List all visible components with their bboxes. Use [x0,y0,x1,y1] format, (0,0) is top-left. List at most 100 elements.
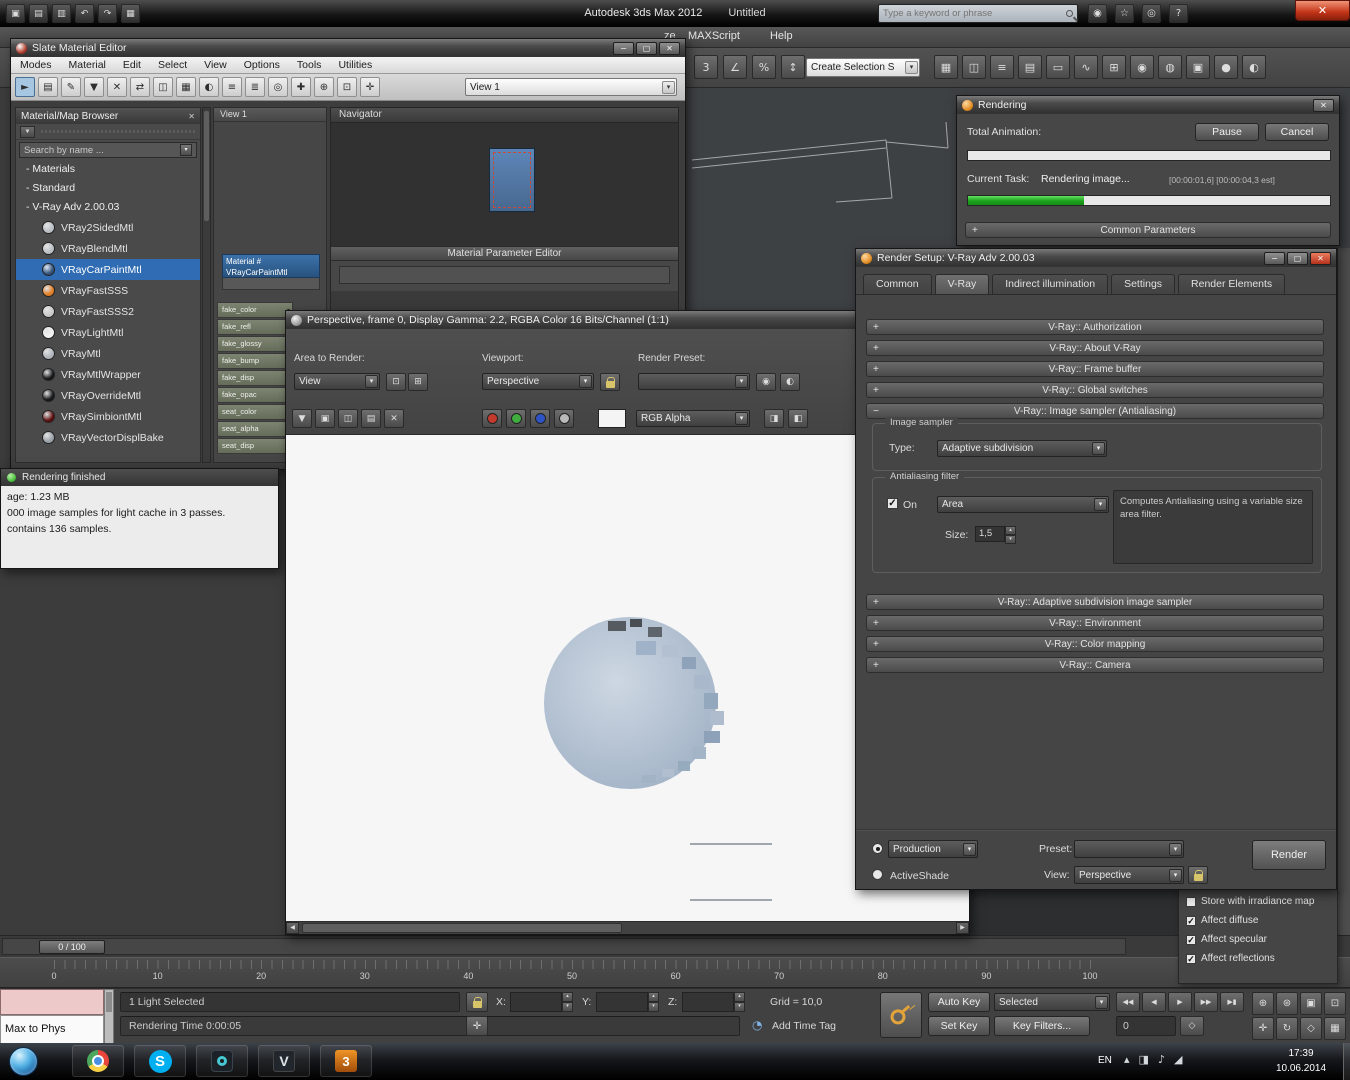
assign-to-selection-icon[interactable]: ✚ [291,77,311,97]
render-setup-shortcut-icon[interactable]: ◉ [756,373,776,391]
render-preset-dropdown[interactable]: ▾ [638,373,750,390]
material-editor-icon[interactable]: ◉ [1130,55,1154,79]
taskbar-clock[interactable]: 17:39 10.06.2014 [1262,1046,1340,1076]
slate-menu-modes[interactable]: Modes [20,59,52,71]
messages-header[interactable]: Rendering finished [1,469,278,486]
time-slider-track[interactable]: 0 / 100 [2,938,1126,955]
checkbox-row[interactable]: ✓Affect reflections [1179,949,1337,968]
material-item[interactable]: VRayOverrideMtl [16,385,200,406]
material-item[interactable]: VRayBlendMtl [16,238,200,259]
tray-display-icon[interactable]: ◨ [1139,1053,1149,1066]
material-item[interactable]: VRaySimbiontMtl [16,406,200,427]
slate-menu-material[interactable]: Material [69,59,106,71]
view-tab[interactable]: View 1 [214,108,326,122]
preset-dropdown[interactable]: ▾ [1074,840,1184,858]
navigator-view-rect[interactable] [489,148,535,212]
absolute-mode-icon[interactable]: ✛ [466,1016,488,1036]
zoom-extents-icon[interactable]: ▣ [1300,992,1322,1015]
area-to-render-dropdown[interactable]: View▾ [294,373,380,390]
checkbox-row[interactable]: ✓Affect specular [1179,930,1337,949]
horizontal-scrollbar[interactable]: ◀ ▶ [286,921,969,934]
render-production-icon[interactable]: ● [1214,55,1238,79]
y-coordinate-field[interactable]: ▴▾ [596,992,659,1012]
schematic-view-icon[interactable]: ⊞ [1102,55,1126,79]
image-info-icon[interactable]: ◧ [788,409,808,428]
new-scene-icon[interactable]: ▣ [6,4,25,23]
key-mode-icon[interactable]: ◇ [1180,1016,1204,1036]
zoom-all-icon[interactable]: ⊛ [1276,992,1298,1015]
zoom-icon[interactable]: ⊕ [1252,992,1274,1015]
render-button[interactable]: Render [1252,840,1326,870]
viewport-dropdown[interactable]: Perspective▾ [482,373,594,390]
material-item[interactable]: VRayVectorDisplBake [16,427,200,448]
green-channel-button[interactable] [506,409,526,428]
background-color-swatch[interactable] [598,409,626,428]
go-to-start-button[interactable]: ◀◀ [1116,992,1140,1012]
render-iterative-icon[interactable]: ◐ [1242,55,1266,79]
maxscript-listener-line[interactable]: Max to Phys [0,1015,104,1044]
open-file-icon[interactable]: ▤ [29,4,48,23]
material-item[interactable]: VRayCarPaintMtl [16,259,200,280]
set-key-button[interactable]: Set Key [928,1016,990,1036]
show-shaded-icon[interactable]: ◐ [199,77,219,97]
material-item[interactable]: VRayLightMtl [16,322,200,343]
checkbox[interactable]: ✓ [1186,916,1196,926]
rollout-header[interactable]: +V-Ray:: Frame buffer [866,361,1324,377]
close-button[interactable]: ✕ [659,42,680,55]
zoom-tool-icon[interactable]: ⊕ [314,77,334,97]
x-coordinate-field[interactable]: ▴▾ [510,992,573,1012]
infocenter-search[interactable] [878,4,1078,23]
tray-network-icon[interactable]: ◢ [1174,1053,1182,1066]
parameter-field[interactable] [339,266,670,284]
set-key-toggle-button[interactable] [880,992,922,1038]
communication-center-icon[interactable]: ◎ [1142,4,1161,23]
sign-in-icon[interactable]: ◉ [1088,4,1107,23]
rendered-frame-icon[interactable]: ▣ [1186,55,1210,79]
undo-icon[interactable]: ↶ [75,4,94,23]
slate-menu-options[interactable]: Options [244,59,280,71]
viewport-lock-icon[interactable] [600,373,620,391]
slate-view-dropdown[interactable]: View 1▾ [465,78,677,96]
slate-menu-tools[interactable]: Tools [297,59,322,71]
rollout-header[interactable]: +V-Ray:: Camera [866,657,1324,673]
angle-snap-icon[interactable]: ∠ [723,55,747,79]
delete-icon[interactable]: ✕ [107,77,127,97]
field-of-view-icon[interactable]: ◇ [1300,1017,1322,1040]
checkbox-row[interactable]: Store with irradiance map [1179,892,1337,911]
pan-tool-icon[interactable]: ✛ [360,77,380,97]
clone-window-icon[interactable]: ◫ [338,409,358,428]
browser-menu-icon[interactable]: ▼ [20,126,35,138]
taskbar-max-button[interactable]: 3 [320,1045,372,1077]
material-item[interactable]: VRay2SidedMtl [16,217,200,238]
auto-region-icon[interactable]: ⊞ [408,373,428,391]
slate-menu-select[interactable]: Select [158,59,187,71]
browser-search-field[interactable]: Search by name ...▾ [19,142,197,158]
percent-snap-icon[interactable]: % [752,55,776,79]
minimize-button[interactable]: − [613,42,634,55]
view-dropdown[interactable]: Perspective▾ [1074,866,1184,884]
browser-group[interactable]: - Materials [16,160,200,179]
dual-view-icon[interactable]: ◨ [764,409,784,428]
slate-titlebar[interactable]: Slate Material Editor −▢✕ [11,39,685,57]
rollout-header[interactable]: +V-Ray:: Global switches [866,382,1324,398]
map-node[interactable]: seat_disp [217,438,293,454]
graphite-ribbon-icon[interactable]: ▭ [1046,55,1070,79]
help-icon[interactable]: ? [1169,4,1188,23]
redo-icon[interactable]: ↷ [98,4,117,23]
mirror-icon[interactable]: ◫ [962,55,986,79]
material-item[interactable]: VRayFastSSS [16,280,200,301]
checkbox-row[interactable]: ✓Affect diffuse [1179,911,1337,930]
material-id-channel-icon[interactable]: ◎ [268,77,288,97]
blue-channel-button[interactable] [530,409,550,428]
browser-group[interactable]: - V-Ray Adv 2.00.03 [16,198,200,217]
scroll-right-icon[interactable]: ▶ [956,922,969,934]
pause-button[interactable]: Pause [1195,123,1259,141]
layout-all-icon[interactable]: ≡ [222,77,242,97]
production-target-dropdown[interactable]: Production▾ [888,840,978,858]
selection-lock-icon[interactable] [466,992,488,1012]
map-node[interactable]: fake_refl [217,319,293,335]
channel-display-dropdown[interactable]: RGB Alpha▾ [636,410,750,427]
navigator-header[interactable]: Navigator [331,108,678,123]
browser-scrollbar[interactable] [202,107,211,463]
next-frame-button[interactable]: ▶▶ [1194,992,1218,1012]
